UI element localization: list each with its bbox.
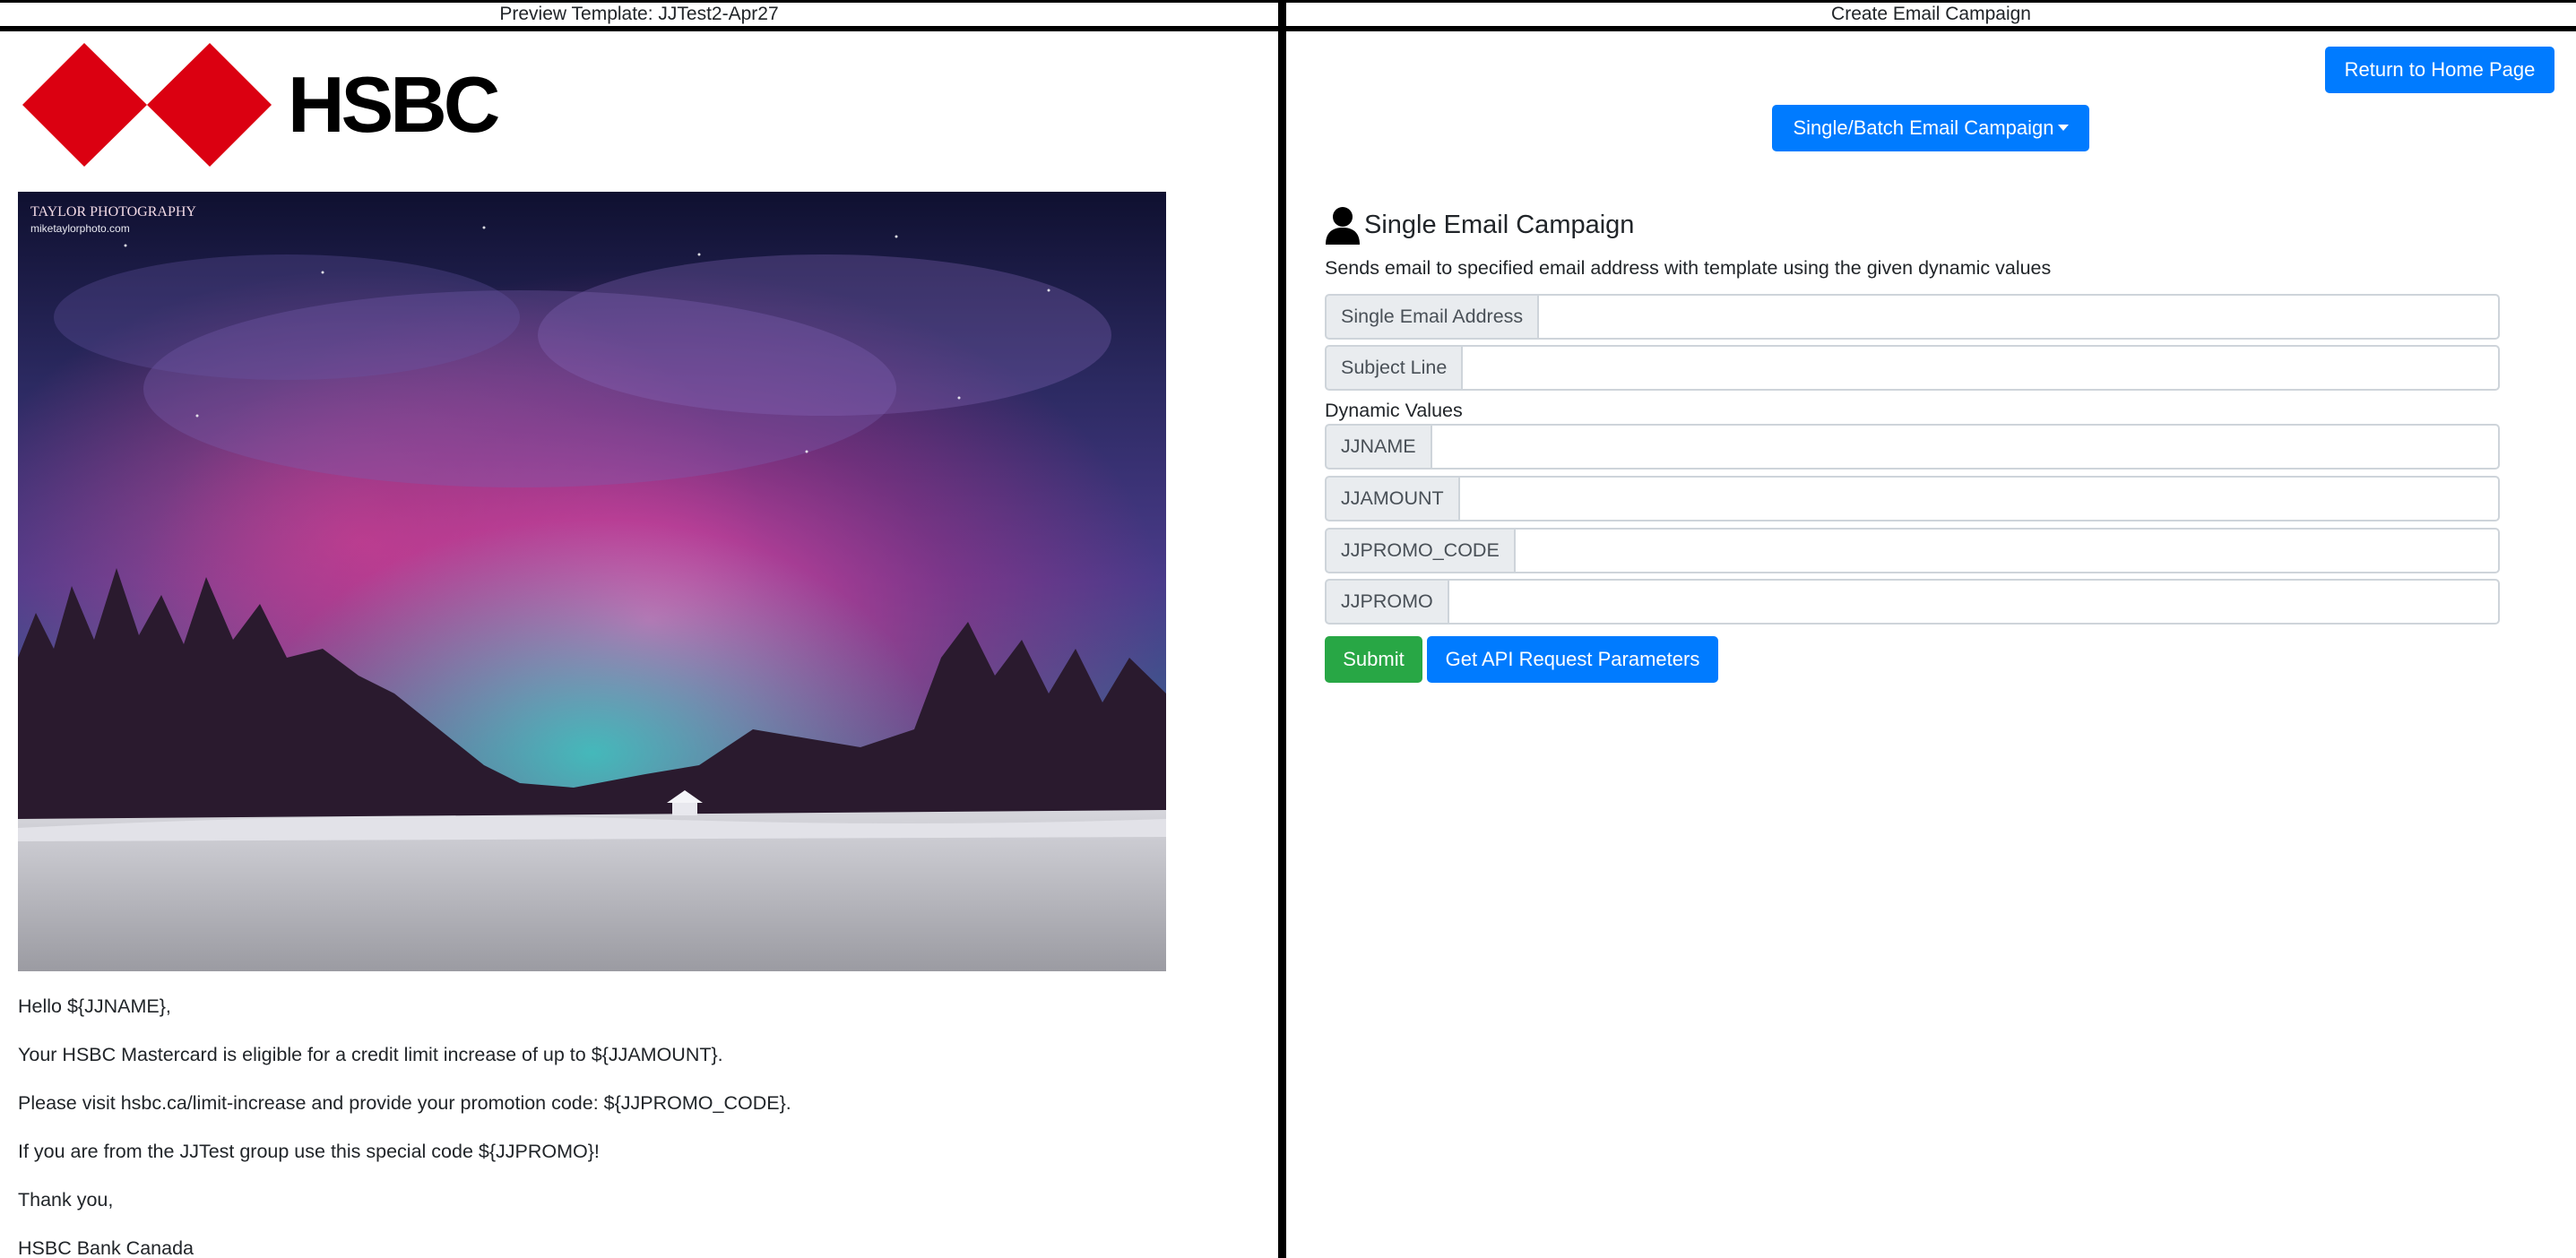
preview-title: Preview Template: JJTest2-Apr27: [499, 4, 779, 24]
jjpromo-code-label: JJPROMO_CODE: [1325, 528, 1516, 573]
body-line-amount: Your HSBC Mastercard is eligible for a c…: [18, 1044, 723, 1065]
hsbc-hexagon-icon: [22, 43, 272, 167]
jjamount-input[interactable]: [1459, 476, 2500, 521]
section-header: Single Email Campaign: [1325, 204, 1634, 246]
signature-line: HSBC Bank Canada: [18, 1237, 194, 1258]
email-body: Hello ${JJNAME}, Your HSBC Mastercard is…: [18, 993, 1255, 1258]
get-api-params-button[interactable]: Get API Request Parameters: [1427, 636, 1718, 683]
hsbc-logo: HSBC: [22, 43, 500, 167]
greeting-line: Hello ${JJNAME},: [18, 995, 171, 1017]
campaign-mode-label: Single/Batch Email Campaign: [1793, 116, 2054, 139]
jjpromo-group: JJPROMO: [1325, 579, 2500, 625]
section-title: Single Email Campaign: [1364, 210, 1635, 239]
logo-text: HSBC: [288, 60, 500, 149]
header-border: [0, 26, 2576, 31]
jjname-input[interactable]: [1431, 424, 2500, 470]
jjname-group: JJNAME: [1325, 424, 2500, 470]
photo-watermark: TAYLOR PHOTOGRAPHY miketaylorphoto.com: [30, 204, 196, 237]
campaign-mode-dropdown[interactable]: Single/Batch Email Campaign: [1772, 105, 2089, 151]
body-line-promo-code: Please visit hsbc.ca/limit-increase and …: [18, 1092, 791, 1114]
jjpromo-input[interactable]: [1448, 579, 2500, 625]
person-icon: [1326, 207, 1360, 245]
submit-button[interactable]: Submit: [1325, 636, 1422, 683]
return-home-button[interactable]: Return to Home Page: [2325, 47, 2554, 93]
subject-line-label: Subject Line: [1325, 345, 1464, 391]
jjpromo-code-group: JJPROMO_CODE: [1325, 528, 2500, 573]
body-line-promo: If you are from the JJTest group use thi…: [18, 1141, 600, 1162]
email-address-group: Single Email Address: [1325, 294, 2500, 340]
caret-down-icon: [2057, 124, 2069, 131]
jjamount-label: JJAMOUNT: [1325, 476, 1460, 521]
jjpromo-label: JJPROMO: [1325, 579, 1449, 625]
jjname-label: JJNAME: [1325, 424, 1432, 470]
email-address-label: Single Email Address: [1325, 294, 1540, 340]
subject-line-group: Subject Line: [1325, 345, 2500, 391]
section-description: Sends email to specified email address w…: [1325, 257, 2052, 279]
jjpromo-code-input[interactable]: [1515, 528, 2500, 573]
campaign-title: Create Email Campaign: [1831, 4, 2031, 24]
watermark-url: miketaylorphoto.com: [30, 222, 130, 235]
hero-image: TAYLOR PHOTOGRAPHY miketaylorphoto.com: [18, 192, 1166, 971]
subject-line-input[interactable]: [1463, 345, 2500, 391]
email-address-input[interactable]: [1539, 294, 2500, 340]
dynamic-values-label: Dynamic Values: [1325, 400, 1463, 421]
jjamount-group: JJAMOUNT: [1325, 476, 2500, 521]
watermark-title: TAYLOR PHOTOGRAPHY: [30, 204, 196, 220]
closing-line: Thank you,: [18, 1189, 114, 1211]
column-divider: [1278, 0, 1286, 1258]
